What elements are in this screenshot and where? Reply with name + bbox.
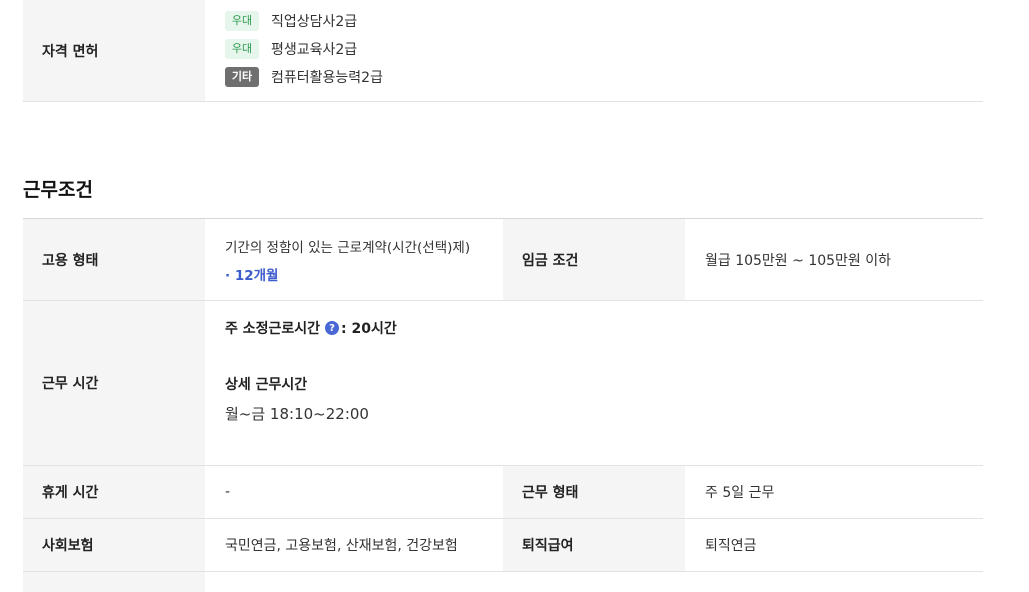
- next-row: [23, 572, 983, 592]
- preferred-badge: 우대: [225, 39, 259, 59]
- severance-header: 퇴직급여: [503, 519, 685, 571]
- break-header: 휴게 시간: [23, 466, 205, 518]
- license-item: 기타 컴퓨터활용능력2급: [225, 63, 383, 91]
- weekly-hours-label: 주 소정근로시간: [225, 321, 321, 337]
- weekly-hours-line: 주 소정근로시간 ? : 20시간: [225, 318, 397, 338]
- hours-row: 근무 시간 주 소정근로시간 ? : 20시간 상세 근무시간 월~금 18:1…: [23, 301, 983, 466]
- employment-row: 고용 형태 기간의 정함이 있는 근로계약(시간(선택)제) · 12개월 임금…: [23, 219, 983, 301]
- detail-hours-value: 월~금 18:10~22:00: [225, 405, 369, 423]
- section-title: 근무조건: [23, 179, 93, 201]
- license-item: 우대 직업상담사2급: [225, 7, 383, 35]
- employment-type: 기간의 정함이 있는 근로계약(시간(선택)제): [225, 239, 471, 256]
- break-value: -: [225, 484, 231, 500]
- help-icon[interactable]: ?: [325, 321, 340, 335]
- insurance-row: 사회보험 국민연금, 고용보험, 산재보험, 건강보험 퇴직급여 퇴직연금: [23, 519, 983, 572]
- employment-header: 고용 형태: [23, 219, 205, 300]
- work-conditions-table: 고용 형태 기간의 정함이 있는 근로계약(시간(선택)제) · 12개월 임금…: [23, 218, 983, 592]
- job-detail: 자격 면허 우대 직업상담사2급 우대 평생교육사2급 기타 컴퓨터활용능력2급…: [23, 0, 983, 592]
- insurance-value: 국민연금, 고용보험, 산재보험, 건강보험: [225, 538, 458, 554]
- other-badge: 기타: [225, 67, 259, 87]
- license-header: 자격 면허: [23, 0, 205, 101]
- license-row: 자격 면허 우대 직업상담사2급 우대 평생교육사2급 기타 컴퓨터활용능력2급: [23, 0, 983, 102]
- hours-header: 근무 시간: [23, 301, 205, 465]
- license-list: 우대 직업상담사2급 우대 평생교육사2급 기타 컴퓨터활용능력2급: [225, 0, 383, 101]
- license-name: 직업상담사2급: [271, 14, 358, 30]
- next-row-cell: [205, 572, 983, 592]
- work-type-header: 근무 형태: [503, 466, 685, 518]
- severance-value: 퇴직연금: [705, 538, 757, 554]
- next-row-header: [23, 572, 205, 592]
- license-cell: 우대 직업상담사2급 우대 평생교육사2급 기타 컴퓨터활용능력2급: [205, 0, 983, 101]
- employment-period: · 12개월: [225, 267, 279, 284]
- license-name: 컴퓨터활용능력2급: [271, 70, 383, 86]
- wage-value: 월급 105만원 ~ 105만원 이하: [705, 252, 892, 269]
- employment-cell: 기간의 정함이 있는 근로계약(시간(선택)제) · 12개월: [205, 219, 503, 300]
- license-name: 평생교육사2급: [271, 42, 358, 58]
- license-item: 우대 평생교육사2급: [225, 35, 383, 63]
- preferred-badge: 우대: [225, 11, 259, 31]
- weekly-hours-value: : 20시간: [341, 321, 397, 337]
- insurance-header: 사회보험: [23, 519, 205, 571]
- wage-header: 임금 조건: [503, 219, 685, 300]
- detail-hours-label: 상세 근무시간: [225, 377, 308, 393]
- break-row: 휴게 시간 - 근무 형태 주 5일 근무: [23, 466, 983, 519]
- work-type-value: 주 5일 근무: [705, 485, 775, 501]
- hours-cell: 주 소정근로시간 ? : 20시간 상세 근무시간 월~금 18:10~22:0…: [205, 301, 983, 465]
